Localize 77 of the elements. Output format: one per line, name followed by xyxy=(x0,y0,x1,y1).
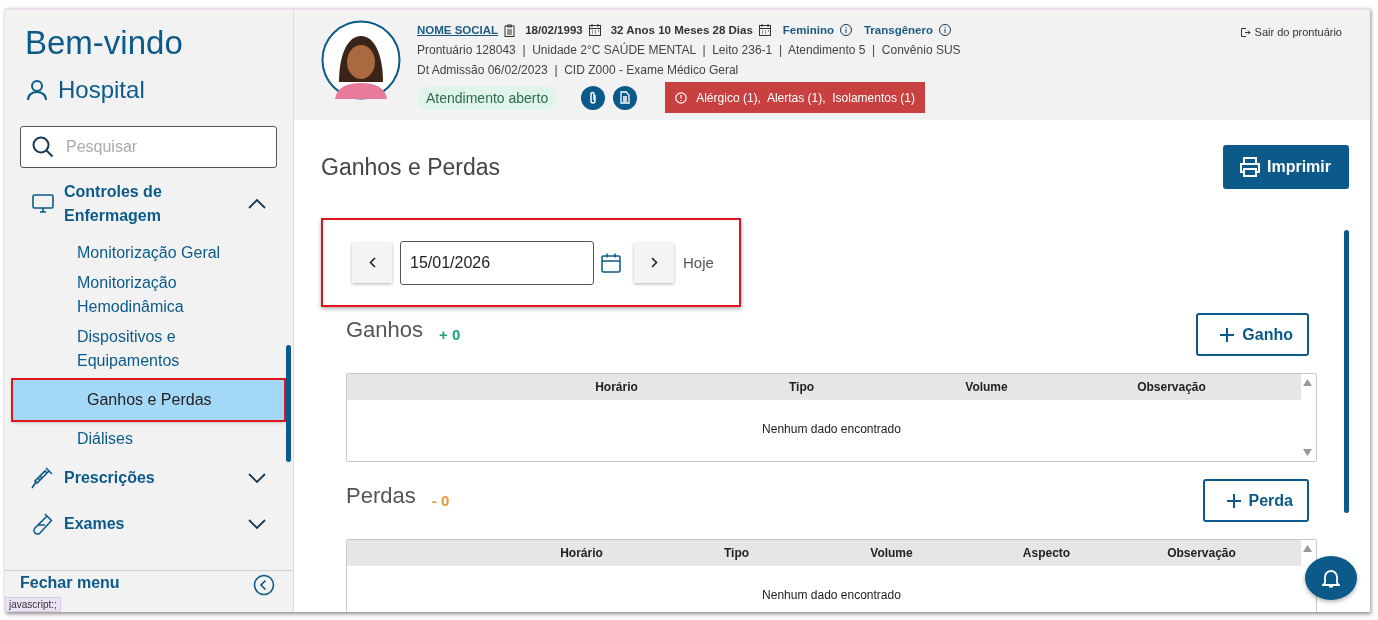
clipboard-icon xyxy=(504,23,516,37)
status-pill: Atendimento aberto xyxy=(417,85,558,110)
column-header: Observação xyxy=(1136,380,1207,394)
today-link[interactable]: Hoje xyxy=(683,254,714,271)
patient-age: 32 Anos 10 Meses 28 Dias xyxy=(610,24,753,36)
avatar-icon xyxy=(321,20,401,100)
chevron-down-icon xyxy=(247,518,267,530)
empty-message: Nenhum dado encontrado xyxy=(761,422,902,436)
alert-icon xyxy=(675,91,688,104)
column-header: Observação xyxy=(1166,546,1237,560)
search-icon xyxy=(32,136,54,158)
column-header: Aspecto xyxy=(1021,546,1072,560)
exit-icon xyxy=(1240,28,1251,37)
column-header: Tipo xyxy=(722,546,751,560)
column-header: Volume xyxy=(869,546,914,560)
search-field[interactable]: Pesquisar xyxy=(20,126,277,168)
printer-icon xyxy=(1239,157,1261,177)
alerts-banner[interactable]: Alérgico (1), Alertas (1), Isolamentos (1) xyxy=(665,82,925,113)
scroll-down-icon[interactable] xyxy=(1303,449,1312,456)
calendar-icon xyxy=(758,24,771,36)
unit-name: Hospital xyxy=(58,76,145,104)
paperclip-icon xyxy=(588,90,599,105)
info-icon[interactable] xyxy=(939,24,951,36)
birth-date: 18/02/1993 xyxy=(525,24,583,36)
alerts-text: Alérgico (1), Alertas (1), Isolamentos (1) xyxy=(696,90,915,105)
syringe-icon xyxy=(30,466,54,490)
empty-message: Nenhum dado encontrado xyxy=(761,588,902,602)
chevron-left-circle-icon[interactable] xyxy=(253,574,275,596)
section-title: Ganhos xyxy=(346,316,424,343)
menu-group[interactable]: Exames xyxy=(20,502,277,546)
menu-item[interactable]: Diálises xyxy=(8,424,257,454)
document-button[interactable] xyxy=(613,85,638,110)
page-title: Ganhos e Perdas xyxy=(321,153,500,181)
section-total: - 0 xyxy=(431,492,450,509)
document-icon xyxy=(620,91,631,104)
exit-record-link[interactable]: Sair do prontuário xyxy=(1240,20,1342,120)
attachment-button[interactable] xyxy=(581,85,606,110)
column-header: Tipo xyxy=(787,380,816,394)
menu-item[interactable]: Monitorização Hemodinâmica xyxy=(8,268,257,322)
menu-item[interactable]: Dispositivos e Equipamentos xyxy=(8,322,257,376)
print-button[interactable]: Imprimir xyxy=(1223,145,1349,189)
menu-group[interactable]: Prescrições xyxy=(20,456,277,500)
section-total: + 0 xyxy=(439,326,461,343)
chevron-down-icon xyxy=(247,472,267,484)
patient-sex: Feminino xyxy=(782,24,834,36)
admission-details: Dt Admissão 06/02/2023 | CID Z000 - Exame Médico Geral xyxy=(417,62,740,79)
chevron-right-icon xyxy=(650,257,658,268)
close-menu-link[interactable]: Fechar menu xyxy=(20,574,120,592)
calendar-icon[interactable] xyxy=(601,252,621,273)
menu-item[interactable]: Monitorização Geral xyxy=(8,238,257,268)
menu-group[interactable]: Controles de Enfermagem xyxy=(20,170,277,238)
info-icon[interactable] xyxy=(839,24,852,36)
person-icon xyxy=(26,79,48,101)
plus-icon xyxy=(1220,327,1235,342)
patient-details: Prontuário 128043 | Unidade 2°C SAÚDE MENTAL | Leito 236-1 | Atendimento 5 | Convênio SUS xyxy=(417,41,962,59)
column-header: Volume xyxy=(964,380,1009,394)
status-tooltip: javascript:; xyxy=(5,597,61,612)
chevron-left-icon xyxy=(368,257,376,268)
plus-icon xyxy=(1226,493,1241,508)
welcome-title: Bem-vindo xyxy=(25,24,184,62)
column-header: Horário xyxy=(559,546,604,560)
patient-gender: Transgênero xyxy=(863,24,933,36)
menu-item[interactable]: Ganhos e Perdas xyxy=(13,380,284,420)
monitor-icon xyxy=(32,194,54,214)
section-title: Perdas xyxy=(346,482,416,509)
add-button[interactable]: Perda xyxy=(1202,479,1309,522)
notifications-button[interactable] xyxy=(1305,556,1357,600)
add-button[interactable]: Ganho xyxy=(1196,313,1309,356)
column-header: Horário xyxy=(594,380,639,394)
chevron-up-icon xyxy=(247,198,267,210)
scroll-up-icon[interactable] xyxy=(1303,545,1312,552)
scroll-up-icon[interactable] xyxy=(1303,379,1312,386)
patient-name-link[interactable]: NOME SOCIAL xyxy=(417,24,499,36)
calendar-icon xyxy=(588,24,601,36)
bell-icon xyxy=(1322,568,1340,588)
date-field[interactable]: 15/01/2026 xyxy=(400,240,594,285)
test-tube-icon xyxy=(30,512,54,536)
